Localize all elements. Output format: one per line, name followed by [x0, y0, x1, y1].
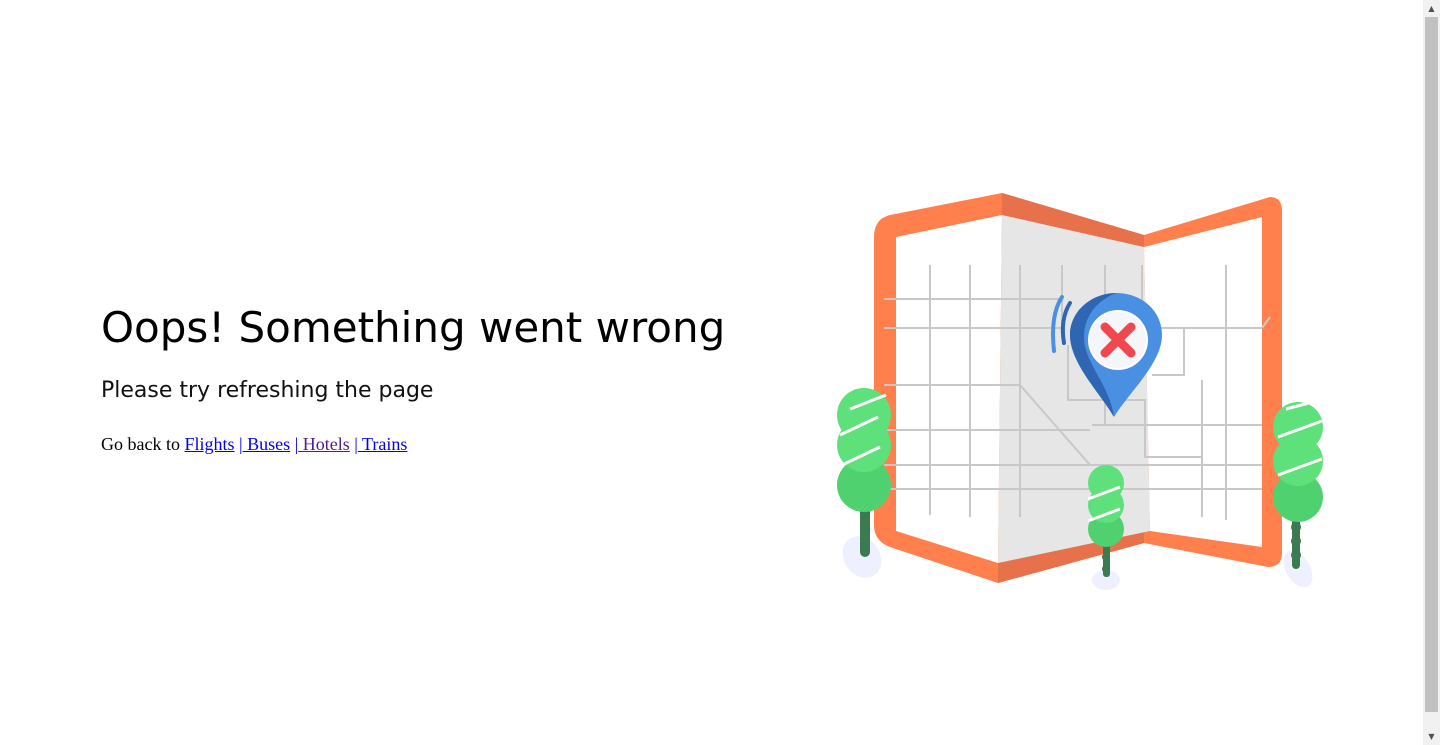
folded-map — [874, 193, 1282, 583]
link-hotels[interactable]: Hotels — [298, 434, 350, 454]
link-trains[interactable]: Trains — [358, 434, 407, 454]
scrollbar-thumb[interactable] — [1425, 17, 1438, 712]
page-title: Oops! Something went wrong — [101, 303, 726, 352]
back-prefix: Go back to — [101, 434, 180, 454]
back-links: Go back to Flights | Buses | Hotels | Tr… — [101, 432, 781, 456]
tree-icon — [1087, 465, 1124, 577]
error-page: Oops! Something went wrong Please try re… — [0, 0, 1440, 745]
scroll-down-icon[interactable]: ▼ — [1423, 728, 1440, 745]
link-flights[interactable]: Flights — [184, 434, 234, 454]
page-subtitle: Please try refreshing the page — [101, 378, 434, 403]
map-location-error-icon — [837, 193, 1325, 590]
vertical-scrollbar[interactable]: ▲ ▼ — [1423, 0, 1440, 745]
link-buses[interactable]: Buses — [243, 434, 290, 454]
error-content: Oops! Something went wrong Please try re… — [101, 300, 781, 456]
scroll-up-icon[interactable]: ▲ — [1423, 0, 1440, 17]
